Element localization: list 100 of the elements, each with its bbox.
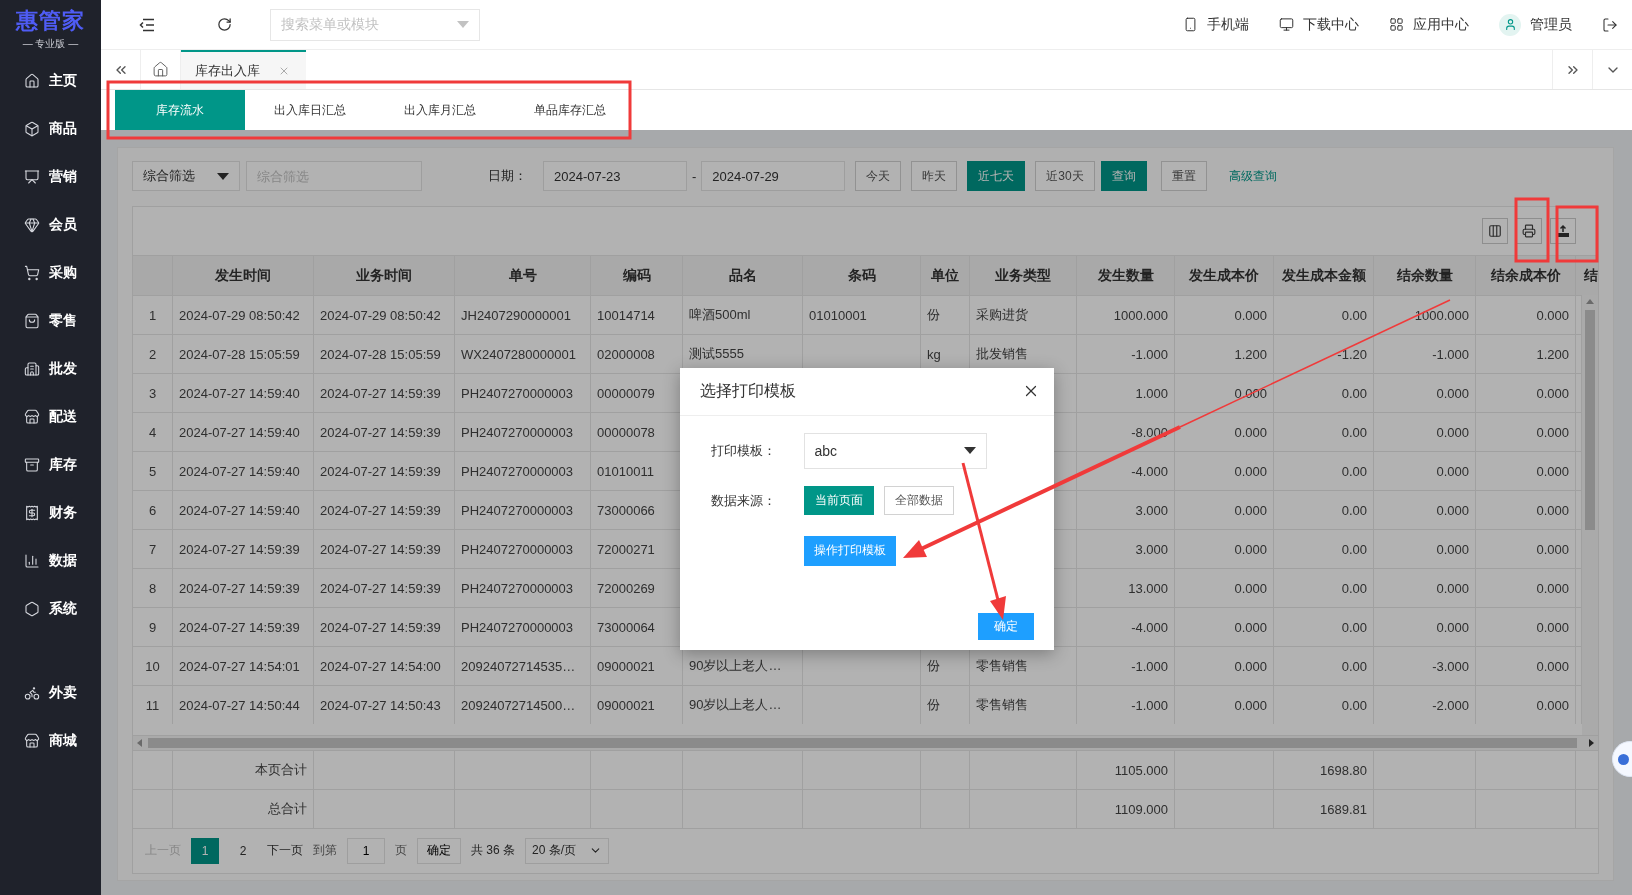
table-cell: 0.000 <box>1374 413 1476 451</box>
table-cell: 0.000 <box>1476 491 1576 529</box>
menu-icon <box>24 217 40 233</box>
report-tab[interactable]: 出入库月汇总 <box>375 90 505 130</box>
sidebar-item[interactable]: 批发 <box>24 345 77 393</box>
menu-icon <box>24 685 40 701</box>
scroll-right-icon[interactable] <box>1589 739 1594 747</box>
link-icon <box>1389 17 1404 32</box>
date-separator: - <box>692 168 697 184</box>
column-header: 单号 <box>455 256 591 295</box>
edition-label: — 专业版 — <box>22 37 79 51</box>
column-header: 结 <box>1583 266 1598 285</box>
date-preset-button[interactable]: 近30天 <box>1035 161 1095 191</box>
row-number: 2 <box>133 335 173 373</box>
page-size-select[interactable]: 20 条/页 <box>525 837 609 864</box>
horizontal-scrollbar[interactable] <box>133 735 1598 750</box>
table-cell: -1.000 <box>1374 335 1476 373</box>
table-cell: 1.200 <box>1476 335 1576 373</box>
logout-icon[interactable] <box>1602 16 1618 33</box>
table-cell: 0.000 <box>1374 452 1476 490</box>
menu-icon <box>24 361 40 377</box>
table-cell: -1.000 <box>1077 335 1175 373</box>
sidebar-item[interactable]: 系统 <box>24 585 77 633</box>
sidebar-item[interactable]: 主页 <box>24 57 77 105</box>
column-header: 发生时间 <box>173 256 314 295</box>
sidebar-item[interactable]: 会员 <box>24 201 77 249</box>
table-cell: 0.00 <box>1274 491 1374 529</box>
report-tab[interactable]: 单品库存汇总 <box>505 90 635 130</box>
column-header: 编码 <box>591 256 683 295</box>
menu-icon <box>24 73 40 89</box>
header-link[interactable]: 手机端 <box>1183 15 1249 34</box>
sidebar-item[interactable]: 数据 <box>24 537 77 585</box>
sidebar-item[interactable]: 配送 <box>24 393 77 441</box>
print-icon[interactable] <box>1516 218 1542 244</box>
table-cell: 0.000 <box>1476 686 1576 724</box>
column-header: 单位 <box>921 256 970 295</box>
table-cell: 13.000 <box>1077 569 1175 607</box>
vertical-scrollbar[interactable] <box>1582 295 1598 735</box>
table-cell: 1000.000 <box>1077 296 1175 334</box>
sidebar-item[interactable]: 采购 <box>24 249 77 297</box>
table-cell: 0.000 <box>1476 296 1576 334</box>
table-cell: 2024-07-27 14:54:01 <box>173 647 314 685</box>
table-cell: 2024-07-27 14:59:39 <box>173 569 314 607</box>
table-cell: 0.000 <box>1175 569 1274 607</box>
row-number: 4 <box>133 413 173 451</box>
row-number: 8 <box>133 569 173 607</box>
menu-icon <box>24 265 40 281</box>
table-cell: 2024-07-27 14:59:40 <box>173 452 314 490</box>
filter-select[interactable]: 综合筛选 <box>132 161 240 191</box>
template-select[interactable]: abc <box>803 432 987 469</box>
table-cell: 0.00 <box>1274 296 1374 334</box>
table-cell: 0.000 <box>1476 374 1576 412</box>
collapse-menu-icon[interactable] <box>139 17 155 32</box>
table-cell: 0.000 <box>1175 491 1274 529</box>
sidebar-item[interactable]: 外卖 <box>24 669 77 717</box>
refresh-icon[interactable] <box>217 17 232 32</box>
total-quantity: 1109.000 <box>1077 790 1175 828</box>
user-menu[interactable]: 管理员 <box>1499 13 1572 36</box>
sidebar-item[interactable]: 零售 <box>24 297 77 345</box>
page-number[interactable]: 2 <box>229 837 257 864</box>
table-cell: 0.000 <box>1374 374 1476 412</box>
table-cell: 0.00 <box>1274 647 1374 685</box>
scroll-up-icon[interactable] <box>1586 299 1594 304</box>
header-link[interactable]: 应用中心 <box>1389 15 1469 34</box>
date-preset-button[interactable]: 今天 <box>855 161 902 191</box>
scroll-left-icon[interactable] <box>137 739 142 747</box>
export-icon[interactable] <box>1550 218 1576 244</box>
table-cell: 0.00 <box>1274 530 1374 568</box>
table-cell: 0.000 <box>1476 452 1576 490</box>
table-cell: -2.000 <box>1374 686 1476 724</box>
column-header: 发生成本价 <box>1175 256 1274 295</box>
start-date-field[interactable]: 2024-07-23 <box>543 161 687 191</box>
sidebar-item[interactable]: 库存 <box>24 441 77 489</box>
end-date-field[interactable]: 2024-07-29 <box>701 161 846 191</box>
table-cell: 0.00 <box>1274 452 1374 490</box>
table-cell: 2024-07-29 08:50:42 <box>314 296 455 334</box>
table-cell: -1.000 <box>1077 686 1175 724</box>
table-cell: 1000.000 <box>1374 296 1476 334</box>
table-cell: 0.000 <box>1476 569 1576 607</box>
report-tab[interactable]: 库存流水 <box>115 90 245 130</box>
table-cell: 10014714 <box>591 296 683 334</box>
header-link[interactable]: 下载中心 <box>1279 15 1359 34</box>
sidebar-item[interactable]: 财务 <box>24 489 77 537</box>
report-tab[interactable]: 出入库日汇总 <box>245 90 375 130</box>
data-source-button[interactable]: 全部数据 <box>883 486 954 515</box>
date-preset-button[interactable]: 昨天 <box>911 161 958 191</box>
user-avatar-icon <box>1499 13 1521 36</box>
sidebar-item[interactable]: 营销 <box>24 153 77 201</box>
sidebar-item[interactable]: 商城 <box>24 717 77 765</box>
reset-button[interactable]: 重置 <box>1160 161 1207 191</box>
next-page-link[interactable]: 下一页 <box>267 842 303 859</box>
page-tab[interactable]: 库存出入库 <box>181 50 306 89</box>
columns-icon[interactable] <box>1482 218 1508 244</box>
goto-button[interactable]: 确定 <box>417 837 461 864</box>
table-cell: PH2407270000003 <box>455 530 591 568</box>
sidebar-item[interactable]: 商品 <box>24 105 77 153</box>
page-field[interactable]: 1 <box>347 837 385 864</box>
table-cell: 01010001 <box>803 296 921 334</box>
data-source-button[interactable]: 当前页面 <box>803 486 874 515</box>
table-cell: 2024-07-27 14:59:39 <box>314 608 455 646</box>
